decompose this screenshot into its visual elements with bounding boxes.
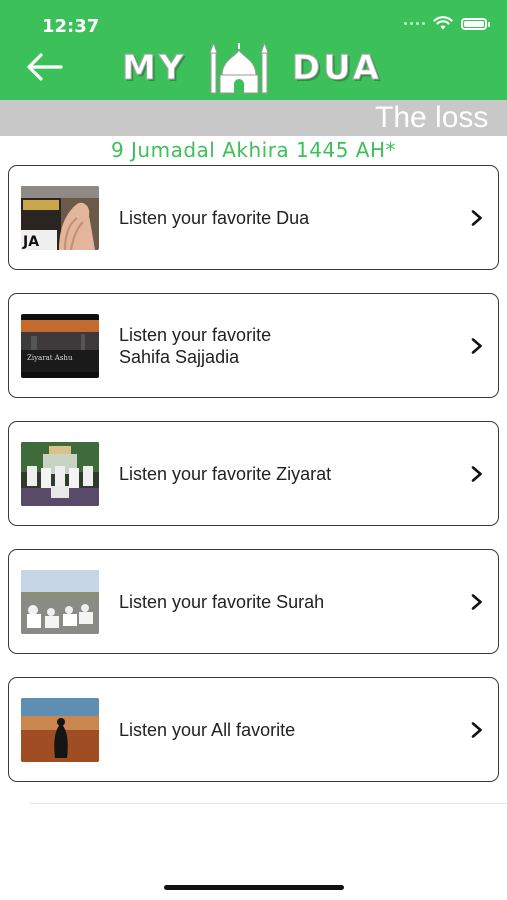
chevron-right-icon (471, 466, 482, 482)
chevron-right-icon (471, 594, 482, 610)
menu-item-label: Listen your favorite Sahifa Sajjadia (119, 324, 272, 367)
back-button[interactable] (25, 50, 65, 84)
surah-thumbnail (21, 570, 99, 634)
chevron-right-icon (471, 722, 482, 738)
chevron-right-icon (471, 210, 482, 226)
arrow-left-icon (27, 53, 63, 81)
list-separator (30, 803, 507, 804)
announcement-text: The loss (375, 101, 489, 134)
app-logo: MY DUA (121, 40, 382, 96)
status-time: 12:37 (42, 16, 100, 37)
announcement-banner: The loss (0, 100, 507, 136)
menu-item-sahifa-sajjadia[interactable]: Ziyarat Ashu Listen your favorite Sahifa… (8, 293, 499, 398)
app-header: 12:37 MY DUA (0, 0, 507, 100)
chevron-right-icon (471, 338, 482, 354)
status-icons (404, 16, 490, 31)
menu-item-dua[interactable]: JA Listen your favorite Dua (8, 165, 499, 270)
menu-item-all-favorite[interactable]: Listen your All favorite (8, 677, 499, 782)
all-favorite-thumbnail (21, 698, 99, 762)
mosque-icon (209, 41, 269, 94)
menu-item-label: Listen your All favorite (119, 719, 296, 740)
ziyarat-thumbnail (21, 442, 99, 506)
logo-text-left: MY (121, 48, 187, 89)
signal-icon (404, 22, 425, 25)
sahifa-thumbnail: Ziyarat Ashu (21, 314, 99, 378)
menu-item-label: Listen your favorite Dua (119, 207, 310, 228)
menu-item-label: Listen your favorite Ziyarat (119, 463, 332, 484)
hijri-date: 9 Jumadal Akhira 1445 AH* (110, 138, 397, 162)
dua-thumbnail-caption: JA (22, 234, 39, 250)
menu-item-ziyarat[interactable]: Listen your favorite Ziyarat (8, 421, 499, 526)
home-indicator[interactable] (164, 885, 344, 890)
battery-icon (461, 17, 490, 30)
wifi-icon (433, 16, 453, 30)
sahifa-thumbnail-caption: Ziyarat Ashu (27, 354, 73, 362)
dua-thumbnail: JA (21, 186, 99, 250)
menu-item-surah[interactable]: Listen your favorite Surah (8, 549, 499, 654)
logo-text-right: DUA (291, 48, 382, 89)
menu-item-label: Listen your favorite Surah (119, 591, 325, 612)
